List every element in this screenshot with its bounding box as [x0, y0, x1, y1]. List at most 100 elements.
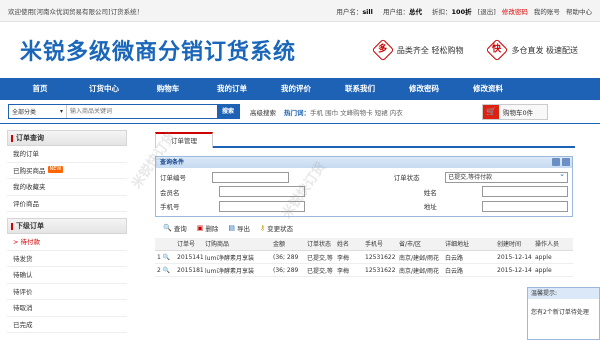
hot-words: 热门词：手机 围巾 文峰购物卡 短裙 内衣 [284, 108, 403, 117]
hot-words-list[interactable]: 手机 围巾 文峰购物卡 短裙 内衣 [310, 109, 403, 117]
collapse-icon[interactable] [552, 158, 560, 166]
my-account-link[interactable]: 我的账号 [534, 8, 560, 16]
account-label: 用户组：总代 [382, 7, 422, 16]
column-header[interactable]: 金额 [271, 237, 305, 251]
table-row[interactable]: 1 🔍 20151414 lumi净酵素月享装 (36; 289 已提交,等 李… [155, 250, 573, 264]
sidebar-item-my-orders[interactable]: 我的订单 [7, 146, 127, 163]
cell-created: 2015-12-14 [495, 250, 533, 264]
nav-my-reviews[interactable]: 我的评价 [264, 78, 328, 100]
row-number: 1 🔍 [155, 250, 175, 264]
query-button[interactable]: 🔍 查询 [163, 223, 187, 233]
sidebar-item-pending-confirm[interactable]: 待确认 [7, 267, 127, 284]
orders-table: 订单号 订购商品 金额 订单状态 姓名 手机号 省/市/区 详细地址 创建时间 … [155, 237, 573, 277]
cell-status: 已提交,等 [305, 263, 335, 277]
sidebar-item-review[interactable]: 评价商品 [7, 196, 127, 212]
column-header[interactable]: 订购商品 [203, 237, 271, 251]
column-header[interactable]: 详细地址 [443, 237, 495, 251]
sidebar-item-purchased[interactable]: 已购买商品 NEW [7, 163, 127, 179]
sidebar-section-sub-orders: 下级订单 [7, 218, 127, 234]
cell-region: 南京/建邺/雨花 [397, 263, 443, 277]
cart-button[interactable]: 🛒 购物车0件 [482, 104, 548, 120]
cell-region: 南京/建邺/雨花 [397, 250, 443, 264]
sidebar: 订单查询 我的订单 已购买商品 NEW 我的收藏夹 评价商品 下级订单 > 待付款… [7, 130, 127, 333]
cell-address: 白云路 [443, 250, 495, 264]
nav-contact[interactable]: 联系我们 [328, 78, 392, 100]
search-bar: 全部分类▾ 搜索 高级搜索 热门词：手机 围巾 文峰购物卡 短裙 内衣 🛒 购物… [0, 100, 600, 124]
cell-product: lumi净酵素月享装 [203, 263, 271, 277]
content-area: 订单管理 查询条件 订单编号 订单状态 已提交,等待付款 会员名 [155, 130, 575, 333]
tab-order-management[interactable]: 订单管理 [155, 132, 213, 148]
order-no-label: 订单编号 [160, 174, 186, 183]
column-header[interactable]: 订单号 [175, 237, 203, 251]
column-header[interactable]: 姓名 [335, 237, 363, 251]
toolbar: 🔍 查询 ▣ 删除 ▤ 导出 ⚷ 变更状态 [155, 221, 575, 235]
phone-input[interactable] [219, 200, 306, 212]
panel-title: 查询条件 [156, 157, 572, 168]
close-icon[interactable] [562, 158, 570, 166]
member-label: 会员名 [160, 188, 180, 197]
search-icon[interactable]: 🔍 [163, 267, 170, 274]
notification-popup[interactable]: 温馨提示: 您有2个新订单待处理 [527, 287, 600, 340]
search-button[interactable]: 搜索 [217, 104, 239, 119]
popup-title: 温馨提示: [528, 288, 599, 299]
sidebar-item-pending-review[interactable]: 待评价 [7, 284, 127, 300]
nav-edit-profile[interactable]: 修改资料 [456, 78, 520, 100]
cell-amount: (36; 289 [271, 263, 305, 277]
logout-link[interactable]: [退出] [478, 8, 496, 16]
name-label: 姓名 [423, 188, 437, 197]
nav-change-password[interactable]: 修改密码 [392, 78, 456, 100]
category-select[interactable]: 全部分类 ▾ [9, 105, 67, 118]
cell-phone: 12531622 [363, 250, 397, 264]
address-input[interactable] [482, 200, 568, 212]
sidebar-item-completed[interactable]: 已完成 [7, 317, 127, 333]
sidebar-section-order-query: 订单查询 [7, 130, 127, 146]
row-number: 2 🔍 [155, 263, 175, 277]
search-box: 全部分类▾ 搜索 [8, 104, 240, 119]
export-button[interactable]: ▤ 导出 [228, 223, 250, 233]
nav-home[interactable]: 首页 [8, 78, 72, 100]
sidebar-item-pending-payment[interactable]: > 待付款 [7, 234, 127, 251]
nav-cart[interactable]: 购物车 [136, 78, 200, 100]
sidebar-item-pending-cancel[interactable]: 待取消 [7, 300, 127, 317]
column-header[interactable]: 省/市/区 [397, 237, 443, 251]
change-password-link[interactable]: 修改密码 [502, 8, 528, 16]
column-header[interactable]: 手机号 [363, 237, 397, 251]
change-status-button[interactable]: ⚷ 变更状态 [260, 223, 293, 233]
cell-status: 已提交,等 [305, 250, 335, 264]
sidebar-item-favorites[interactable]: 我的收藏夹 [7, 179, 127, 196]
promo-text-1: 品类齐全 轻松购物 [396, 45, 464, 55]
nav-my-orders[interactable]: 我的订单 [200, 78, 264, 100]
site-logo[interactable]: 米锐多级微商分销订货系统 [20, 34, 296, 66]
export-icon: ▤ [228, 223, 235, 232]
search-input[interactable] [67, 105, 217, 118]
search-icon[interactable]: 🔍 [163, 254, 170, 261]
column-header[interactable]: 订单状态 [305, 237, 335, 251]
key-icon: ⚷ [259, 223, 266, 232]
promo-icon-2: 快 [486, 38, 509, 62]
table-header-row: 订单号 订购商品 金额 订单状态 姓名 手机号 省/市/区 详细地址 创建时间 … [155, 237, 573, 251]
cart-icon: 🛒 [483, 105, 499, 119]
chevron-down-icon: ▾ [59, 108, 63, 115]
column-header[interactable]: 操作人员 [533, 237, 573, 251]
advanced-search-link[interactable]: 高级搜索 [250, 107, 276, 117]
help-link[interactable]: 帮助中心 [566, 8, 592, 16]
name-input[interactable] [482, 186, 568, 198]
delete-button[interactable]: ▣ 删除 [197, 223, 219, 233]
discount-label: 折扣：100折 [432, 7, 472, 16]
column-header [155, 237, 175, 251]
nav-order-center[interactable]: 订货中心 [72, 78, 136, 100]
tab-row: 订单管理 [155, 130, 575, 148]
column-header[interactable]: 创建时间 [495, 237, 533, 251]
order-no-input[interactable] [212, 171, 289, 183]
delete-icon: ▣ [196, 223, 204, 232]
popup-body[interactable]: 您有2个新订单待处理 [528, 299, 599, 324]
cell-name: 李梅 [335, 263, 363, 277]
member-input[interactable] [219, 186, 306, 198]
cell-name: 李梅 [335, 250, 363, 264]
table-row[interactable]: 2 🔍 20151814 lumi净酵素月享装 (36; 289 已提交,等 李… [155, 263, 573, 277]
sidebar-item-pending-shipment[interactable]: 待发货 [7, 251, 127, 267]
status-select[interactable]: 已提交,等待付款 [445, 170, 569, 183]
new-badge: NEW [47, 165, 64, 173]
phone-label: 手机号 [160, 203, 180, 212]
cell-operator: apple [533, 250, 573, 264]
